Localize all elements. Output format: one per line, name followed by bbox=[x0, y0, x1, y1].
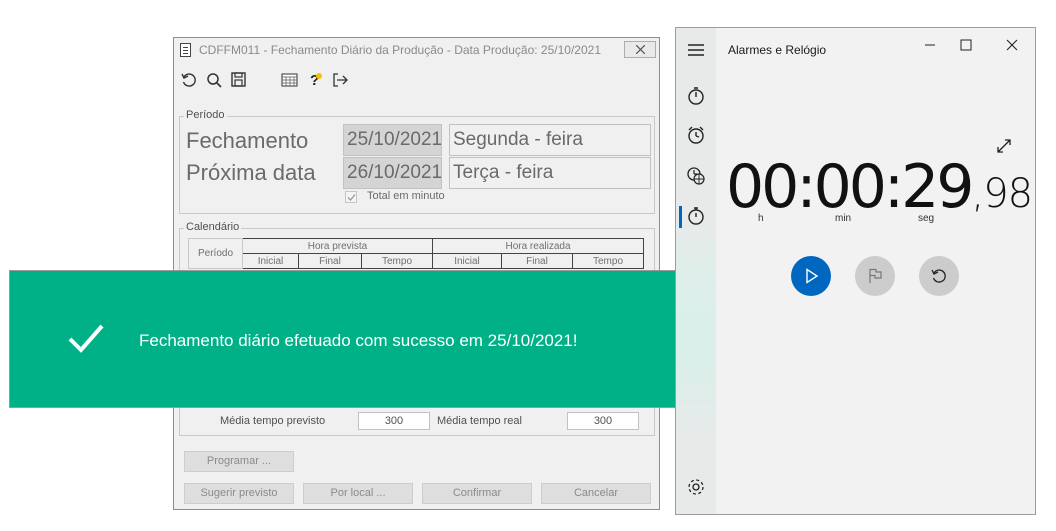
dialog-toolbar: ? bbox=[174, 66, 659, 92]
lap-button[interactable] bbox=[855, 256, 895, 296]
maximize-icon bbox=[960, 39, 972, 51]
hamburger-menu-icon[interactable] bbox=[686, 40, 706, 60]
stopwatch-time-main: 00:00:29 bbox=[726, 152, 974, 222]
proxima-date-field: 26/10/2021 bbox=[343, 157, 442, 189]
calendario-legend: Calendário bbox=[184, 221, 242, 233]
periodo-legend: Período bbox=[184, 109, 227, 121]
app-title: Alarmes e Relógio bbox=[728, 43, 827, 57]
sub-header-inicial-real: Inicial bbox=[432, 253, 502, 269]
sub-header-tempo: Tempo bbox=[361, 253, 433, 269]
document-icon bbox=[180, 43, 191, 57]
stopwatch-display: 00:00:29,98 bbox=[726, 152, 1033, 222]
total-minuto-label: Total em minuto bbox=[367, 190, 445, 202]
reset-button[interactable] bbox=[919, 256, 959, 296]
sugerir-previsto-button[interactable]: Sugerir previsto bbox=[184, 483, 294, 504]
proxima-day-field: Terça - feira bbox=[449, 157, 651, 189]
minimize-icon bbox=[925, 44, 935, 46]
exit-icon[interactable] bbox=[331, 71, 349, 89]
media-previsto-field: 300 bbox=[358, 412, 430, 430]
sub-header-tempo-real: Tempo bbox=[572, 253, 644, 269]
settings-icon[interactable] bbox=[686, 477, 706, 497]
proxima-data-label: Próxima data bbox=[186, 160, 316, 185]
checkmark-icon bbox=[68, 324, 104, 353]
stopwatch-icon[interactable] bbox=[686, 206, 706, 226]
close-button[interactable] bbox=[994, 34, 1030, 56]
nav-selection-indicator bbox=[679, 206, 682, 228]
cancelar-button[interactable]: Cancelar bbox=[541, 483, 651, 504]
close-icon bbox=[636, 45, 645, 54]
rail-highlight bbox=[676, 218, 716, 438]
hora-realizada-header: Hora realizada bbox=[432, 238, 644, 254]
start-button[interactable] bbox=[791, 256, 831, 296]
flag-icon bbox=[869, 268, 882, 283]
dialog-title-bar[interactable]: CDFFM011 - Fechamento Diário da Produção… bbox=[174, 38, 659, 63]
play-icon bbox=[806, 268, 819, 284]
alarm-icon[interactable] bbox=[686, 125, 706, 145]
unit-seconds: seg bbox=[918, 213, 935, 224]
por-local-button[interactable]: Por local ... bbox=[303, 483, 413, 504]
fechamento-label: Fechamento bbox=[186, 128, 309, 153]
calendar-icon[interactable] bbox=[281, 71, 299, 89]
unit-minutes: min bbox=[835, 213, 852, 224]
fechamento-date-field: 25/10/2021 bbox=[343, 124, 442, 156]
unit-hours: h bbox=[758, 213, 764, 224]
reset-icon bbox=[931, 269, 946, 283]
hora-prevista-header: Hora prevista bbox=[242, 238, 433, 254]
sub-header-inicial: Inicial bbox=[242, 253, 299, 269]
close-icon bbox=[1006, 39, 1018, 51]
refresh-icon[interactable] bbox=[180, 71, 198, 89]
alarms-clock-window: Alarmes e Relógio 00:00:29,98 h min seg bbox=[675, 27, 1036, 515]
sub-header-final: Final bbox=[298, 253, 362, 269]
checkmark-icon bbox=[347, 194, 356, 201]
calendar-table: Período Hora prevista Hora realizada Ini… bbox=[188, 238, 644, 269]
success-toast[interactable]: Fechamento diário efetuado com sucesso e… bbox=[9, 270, 676, 408]
minimize-button[interactable] bbox=[912, 34, 948, 56]
save-icon[interactable] bbox=[230, 71, 248, 89]
search-icon[interactable] bbox=[205, 71, 223, 89]
help-icon[interactable]: ? bbox=[306, 71, 324, 89]
timer-icon[interactable] bbox=[686, 86, 706, 106]
total-minuto-checkbox[interactable] bbox=[345, 191, 357, 203]
world-clock-icon[interactable] bbox=[686, 166, 706, 186]
sub-header-final-real: Final bbox=[501, 253, 573, 269]
dialog-close-button[interactable] bbox=[624, 41, 656, 58]
toast-message: Fechamento diário efetuado com sucesso e… bbox=[139, 331, 578, 350]
nav-rail bbox=[676, 28, 716, 514]
media-real-field: 300 bbox=[567, 412, 639, 430]
stopwatch-time-hundredths: ,98 bbox=[971, 171, 1033, 217]
dialog-title: CDFFM011 - Fechamento Diário da Produção… bbox=[199, 43, 601, 57]
confirmar-button[interactable]: Confirmar bbox=[422, 483, 532, 504]
periodo-column-header: Período bbox=[188, 238, 243, 269]
fechamento-day-field: Segunda - feira bbox=[449, 124, 651, 156]
maximize-button[interactable] bbox=[948, 34, 984, 56]
media-real-label: Média tempo real bbox=[437, 415, 522, 427]
programar-button[interactable]: Programar ... bbox=[184, 451, 294, 472]
media-previsto-label: Média tempo previsto bbox=[220, 415, 326, 427]
